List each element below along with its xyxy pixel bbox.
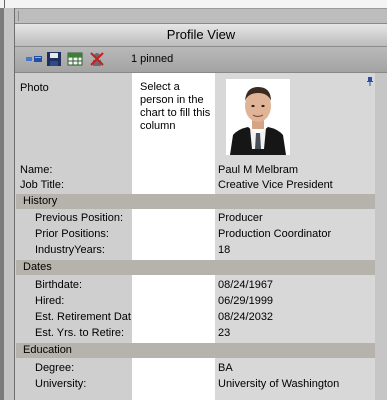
field-value: 23	[218, 327, 231, 339]
field-value: 08/24/2032	[218, 311, 274, 323]
field-value: Paul M Melbram	[218, 164, 299, 176]
field-label: Hired:	[35, 295, 65, 307]
field-value: Producer	[218, 212, 263, 224]
field-label: Name:	[20, 164, 53, 176]
save-icon[interactable]	[46, 51, 62, 67]
field-label: Previous Position:	[35, 212, 124, 224]
field-value: 18	[218, 244, 231, 256]
field-label: Est. Retirement Dat	[35, 311, 131, 323]
toolbar: 1 pinned	[15, 47, 387, 73]
field-value: BA	[218, 362, 233, 374]
field-label: Prior Positions:	[35, 228, 109, 240]
clear-icon[interactable]	[89, 51, 105, 67]
section-header-history[interactable]: History	[16, 194, 375, 209]
collapse-icon[interactable]	[25, 51, 43, 67]
section-header-dates[interactable]: Dates	[16, 260, 375, 275]
photo-label: Photo	[20, 82, 49, 94]
scroll-strip[interactable]	[375, 73, 387, 400]
profile-photo	[226, 79, 290, 155]
field-value: 06/29/1999	[218, 295, 274, 307]
pinned-count: 1 pinned	[131, 53, 174, 65]
grid-icon[interactable]	[67, 51, 83, 67]
field-value: University of Washington	[218, 378, 340, 390]
field-label: Degree:	[35, 362, 75, 374]
field-value: Creative Vice President	[218, 179, 333, 191]
section-header-education[interactable]: Education	[16, 343, 375, 358]
field-label: Birthdate:	[35, 279, 83, 291]
profile-grid: Photo Select a person in the chart to fi…	[16, 73, 387, 400]
field-value: Production Coordinator	[218, 228, 332, 240]
left-frame	[0, 8, 15, 400]
field-label: University:	[35, 378, 87, 390]
field-label: IndustryYears:	[35, 244, 105, 256]
panel-header-strip	[15, 9, 387, 24]
panel-title: Profile View	[15, 24, 387, 47]
field-label: Job Title:	[20, 179, 65, 191]
window-top-edge	[0, 0, 387, 9]
compare-column-instruction: Select a person in the chart to fill thi…	[140, 81, 211, 132]
pin-icon[interactable]	[367, 77, 373, 89]
field-label: Est. Yrs. to Retire:	[35, 327, 125, 339]
field-value: 08/24/1967	[218, 279, 274, 291]
